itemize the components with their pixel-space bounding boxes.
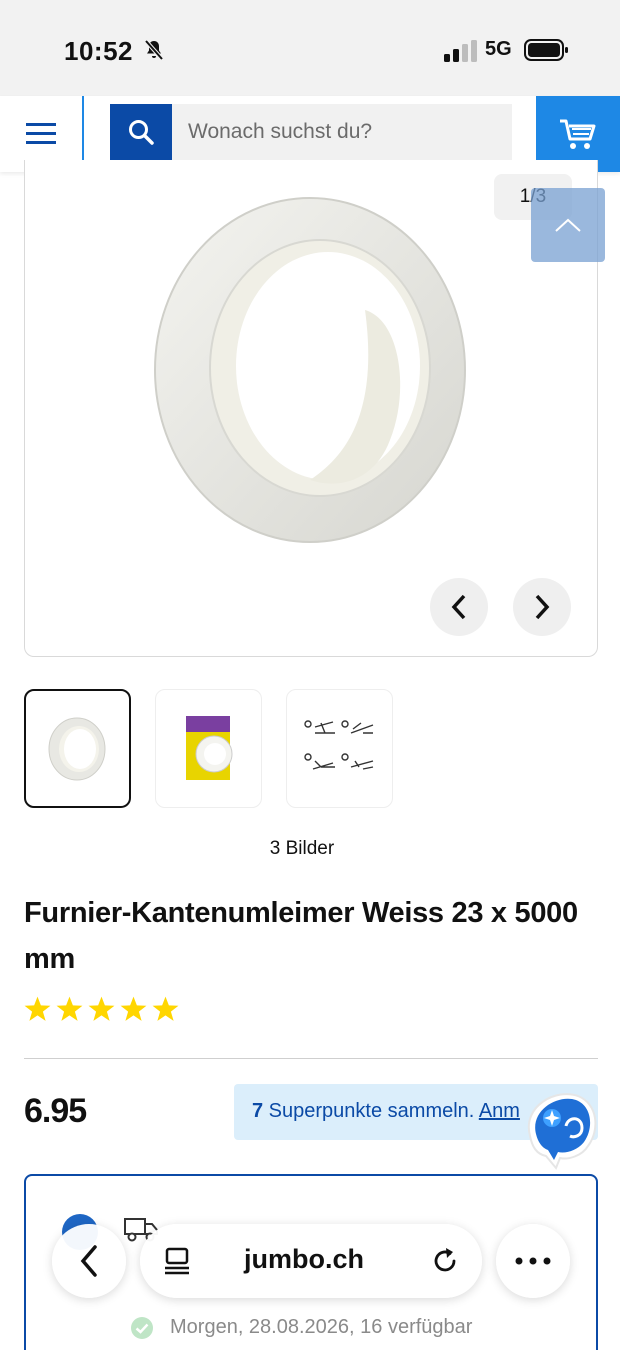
availability-text: Morgen, 28.08.2026, 16 verfügbar — [170, 1316, 473, 1338]
network-type: 5G — [485, 38, 512, 60]
rating-stars[interactable] — [24, 996, 179, 1022]
product-title: Furnier-Kantenumleimer Weiss 23 x 5000 m… — [24, 897, 578, 975]
star-icon — [120, 996, 147, 1021]
search-button[interactable] — [110, 104, 172, 160]
browser-back-button[interactable] — [52, 1224, 126, 1298]
next-image-button[interactable] — [513, 578, 571, 636]
scroll-to-top-button[interactable] — [531, 188, 605, 262]
browser-url: jumbo.ch — [244, 1244, 364, 1274]
chevron-left-icon — [80, 1245, 97, 1277]
bell-slash-icon — [144, 39, 164, 61]
check-circle-icon — [131, 1317, 153, 1339]
battery-icon — [524, 39, 568, 61]
browser-more-button[interactable] — [496, 1224, 570, 1298]
menu-icon — [26, 123, 56, 144]
thumbnail-3[interactable] — [286, 689, 393, 808]
star-icon — [56, 996, 83, 1021]
tabs-icon — [165, 1247, 189, 1275]
thumbnail-1[interactable] — [24, 689, 131, 808]
prev-image-button[interactable] — [430, 578, 488, 636]
thumbnail-2[interactable] — [155, 689, 262, 808]
images-count-label: 3 Bilder — [269, 838, 335, 859]
instructions-thumbnail — [303, 719, 373, 770]
chat-assistant-mascot-icon[interactable] — [516, 1086, 602, 1170]
packaging-thumbnail — [185, 715, 232, 780]
product-page: 10:52 5G Wonach suchst du? 3 Bilder Furn… — [0, 0, 620, 1350]
status-bar: 10:52 5G — [0, 0, 620, 96]
chevron-left-icon — [451, 594, 466, 620]
star-icon — [88, 996, 115, 1021]
product-price: 6.95 — [24, 1092, 87, 1130]
chevron-up-icon — [555, 218, 581, 232]
product-image-tape-roll[interactable] — [150, 190, 480, 550]
superpunkte-text: Superpunkte sammeln. — [263, 1100, 479, 1122]
divider — [24, 1058, 598, 1059]
tape-roll-thumbnail — [48, 717, 105, 780]
search-icon — [129, 120, 154, 145]
superpunkte-login-link[interactable]: Anm — [479, 1100, 520, 1122]
reload-icon[interactable] — [430, 1246, 460, 1276]
cart-icon — [560, 119, 596, 149]
signal-icon — [444, 40, 477, 62]
status-time: 10:52 — [64, 36, 133, 66]
star-icon — [152, 996, 179, 1021]
browser-address-bar[interactable]: jumbo.ch — [140, 1224, 482, 1298]
chevron-right-icon — [535, 594, 550, 620]
superpunkte-count: 7 — [252, 1100, 264, 1122]
star-icon — [24, 996, 51, 1021]
search-input[interactable] — [172, 104, 512, 160]
more-dots-icon — [515, 1257, 551, 1265]
